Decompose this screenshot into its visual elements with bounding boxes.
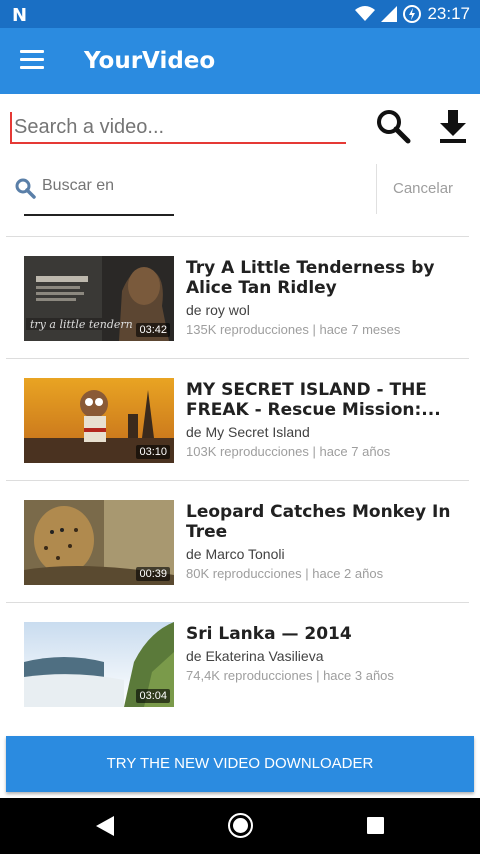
video-info: Leopard Catches Monkey In Tree de Marco … [186, 502, 451, 581]
search-input[interactable] [10, 112, 344, 142]
status-bar: N 23:17 [0, 0, 480, 28]
video-author: de Marco Tonoli [186, 546, 285, 562]
filter-underline [24, 214, 174, 216]
svg-text:try a little tendern: try a little tendern [30, 318, 133, 331]
status-icons: 23:17 [355, 4, 470, 24]
video-meta: 103K reproducciones | hace 7 años [186, 444, 391, 459]
video-item[interactable]: 03:10 MY SECRET ISLAND - THE FREAK - Res… [6, 358, 469, 480]
cancel-button[interactable]: Cancelar [393, 180, 453, 197]
search-row [0, 94, 480, 154]
duration-badge: 00:39 [136, 567, 170, 581]
duration-badge: 03:04 [136, 689, 170, 703]
video-list: try a little tendern 03:42 Try A Little … [6, 236, 469, 724]
recent-apps-icon[interactable] [367, 817, 384, 834]
hamburger-menu-icon[interactable] [20, 50, 44, 70]
video-info: Try A Little Tenderness by Alice Tan Rid… [186, 258, 451, 337]
video-title: Leopard Catches Monkey In Tree [186, 502, 451, 542]
search-filter-icon [14, 177, 36, 199]
search-icon[interactable] [375, 108, 411, 144]
back-icon[interactable] [96, 816, 114, 836]
video-info: MY SECRET ISLAND - THE FREAK - Rescue Mi… [186, 380, 451, 459]
video-downloader-cta-button[interactable]: TRY THE NEW VIDEO DOWNLOADER [6, 736, 474, 792]
filter-row: Buscar en Cancelar [0, 160, 480, 222]
clock: 23:17 [427, 4, 470, 23]
video-title: Try A Little Tenderness by Alice Tan Rid… [186, 258, 435, 298]
signal-icon [381, 6, 398, 22]
navigation-bar [0, 798, 480, 854]
video-info: Sri Lanka — 2014 de Ekaterina Vasilieva … [186, 624, 451, 683]
filter-field[interactable]: Buscar en [42, 177, 114, 195]
duration-badge: 03:10 [136, 445, 170, 459]
video-title: MY SECRET ISLAND - THE FREAK - Rescue Mi… [186, 380, 441, 420]
video-thumbnail[interactable]: 03:04 [24, 622, 174, 707]
video-thumbnail[interactable]: 00:39 [24, 500, 174, 585]
app-title: YourVideo [84, 48, 216, 74]
video-item[interactable]: 00:39 Leopard Catches Monkey In Tree de … [6, 480, 469, 602]
video-meta: 135K reproducciones | hace 7 meses [186, 322, 401, 337]
video-meta: 80K reproducciones | hace 2 años [186, 566, 384, 581]
video-item[interactable]: try a little tendern 03:42 Try A Little … [6, 236, 469, 358]
video-thumbnail[interactable]: 03:10 [24, 378, 174, 463]
video-author: de roy wol [186, 302, 250, 318]
duration-badge: 03:42 [136, 323, 170, 337]
app-bar: YourVideo [0, 28, 480, 94]
search-underline [10, 142, 346, 144]
video-thumbnail[interactable]: try a little tendern 03:42 [24, 256, 174, 341]
video-author: de My Secret Island [186, 424, 310, 440]
wifi-icon [355, 6, 376, 21]
download-icon[interactable] [438, 108, 468, 144]
home-icon[interactable] [228, 813, 253, 838]
divider [376, 164, 377, 214]
battery-icon [403, 5, 422, 23]
video-item[interactable]: 03:04 Sri Lanka — 2014 de Ekaterina Vasi… [6, 602, 469, 724]
video-title: Sri Lanka — 2014 [186, 624, 352, 644]
video-author: de Ekaterina Vasilieva [186, 648, 324, 664]
notification-icon: N [12, 5, 28, 26]
video-meta: 74,4K reproducciones | hace 3 años [186, 668, 394, 683]
